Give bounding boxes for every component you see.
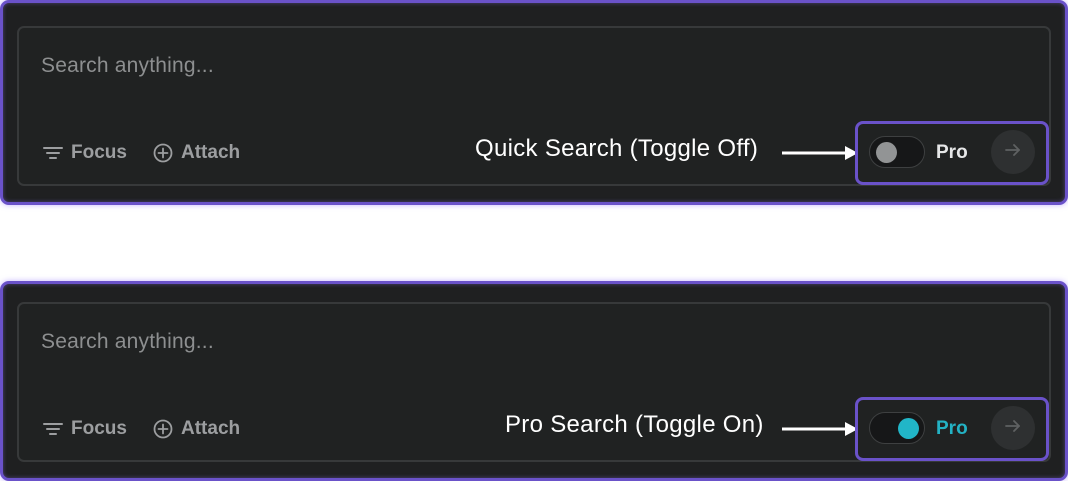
attach-button[interactable]: Attach [153, 416, 240, 442]
attach-label: Attach [181, 418, 241, 439]
plus-circle-icon [153, 419, 173, 439]
pro-label[interactable]: Pro [936, 142, 968, 164]
callout-pro-search: Pro Search (Toggle On) [505, 411, 764, 438]
search-input[interactable]: Search anything... [41, 54, 214, 78]
callout-quick-search: Quick Search (Toggle Off) [475, 135, 759, 162]
pro-toggle-group: Pro [855, 397, 1049, 461]
search-box[interactable]: Search anything... Focus Attach [17, 26, 1051, 186]
callout-arrow-icon [782, 422, 858, 436]
pro-toggle-group: Pro [855, 121, 1049, 185]
attach-button[interactable]: Attach [153, 140, 240, 166]
filter-lines-icon [43, 143, 63, 163]
toggle-knob [898, 418, 919, 439]
plus-circle-icon [153, 143, 173, 163]
toggle-knob [876, 142, 897, 163]
focus-button[interactable]: Focus [43, 140, 127, 166]
arrow-right-icon [1004, 417, 1022, 440]
submit-button[interactable] [991, 130, 1035, 174]
pro-label[interactable]: Pro [936, 418, 968, 440]
focus-button[interactable]: Focus [43, 416, 127, 442]
pro-toggle[interactable] [869, 136, 925, 168]
pro-toggle[interactable] [869, 412, 925, 444]
focus-label: Focus [71, 418, 127, 439]
arrow-right-icon [1004, 141, 1022, 164]
focus-label: Focus [71, 142, 127, 163]
submit-button[interactable] [991, 406, 1035, 450]
search-panel-quick: Search anything... Focus Attach Quick Se… [0, 0, 1068, 205]
search-box[interactable]: Search anything... Focus Attach [17, 302, 1051, 462]
filter-lines-icon [43, 419, 63, 439]
search-input[interactable]: Search anything... [41, 330, 214, 354]
attach-label: Attach [181, 142, 241, 163]
callout-arrow-icon [782, 146, 858, 160]
search-panel-pro: Search anything... Focus Attach Pro Sear… [0, 281, 1068, 481]
